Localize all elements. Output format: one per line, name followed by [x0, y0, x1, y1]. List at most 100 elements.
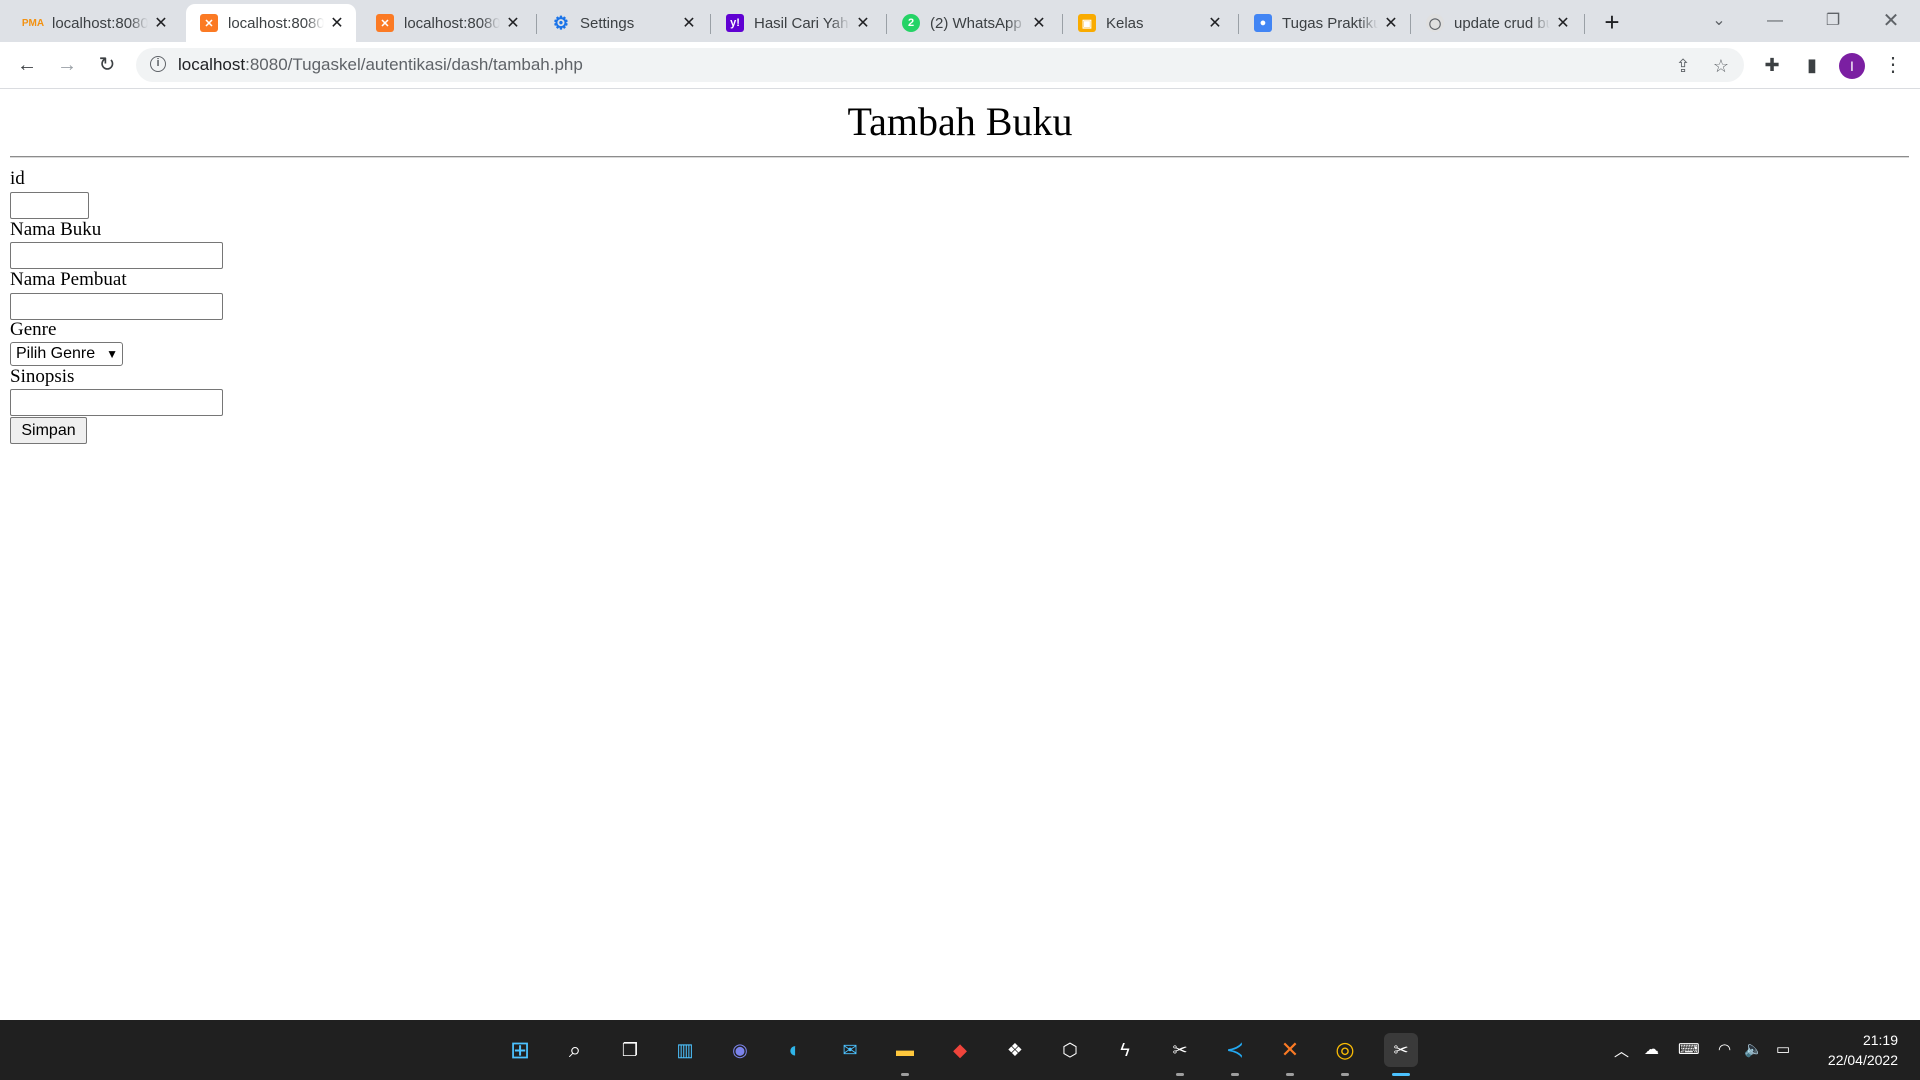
start-icon[interactable]: ⊞ — [503, 1033, 537, 1067]
keyboard-icon[interactable]: ⌨ — [1678, 1040, 1700, 1058]
tab-localhost-active[interactable]: ✕ localhost:8080 ✕ — [186, 4, 356, 42]
tab-title: localhost:8080 — [404, 14, 500, 32]
snipping-tool-icon[interactable]: ✂ — [1384, 1033, 1418, 1076]
anydesk-icon[interactable]: ◆ — [943, 1033, 977, 1067]
tab-separator — [1062, 14, 1063, 34]
close-tab-icon[interactable]: ✕ — [1382, 13, 1400, 33]
tab-title: localhost:8080 — [228, 14, 324, 32]
reload-icon[interactable]: ↻ — [92, 50, 122, 80]
id-label: id — [10, 168, 25, 189]
classroom-person-icon: ● — [1254, 14, 1272, 32]
onedrive-cloud-icon[interactable]: ☁ — [1644, 1040, 1659, 1058]
tab-title: localhost:8080 — [52, 14, 148, 32]
taskbar-clock[interactable]: 21:19 22/04/2022 — [1828, 1030, 1898, 1070]
tab-title: Settings — [580, 14, 635, 32]
tab-tugas-praktikum[interactable]: ● Tugas Praktikum ✕ — [1240, 4, 1410, 42]
tab-title: Tugas Praktikum — [1282, 14, 1378, 32]
page-content: Tambah Buku id Nama Buku Nama Pembuat Ge… — [0, 89, 1920, 1020]
tab-separator — [536, 14, 537, 34]
tab-kelas[interactable]: ▣ Kelas ✕ — [1064, 4, 1234, 42]
tab-title: (2) WhatsApp — [930, 14, 1022, 32]
clock-time: 21:19 — [1862, 1032, 1898, 1048]
heading-divider — [10, 156, 1909, 158]
simpan-button[interactable]: Simpan — [10, 417, 87, 444]
close-tab-icon[interactable]: ✕ — [328, 13, 346, 33]
profile-avatar[interactable]: I — [1839, 53, 1865, 79]
new-tab-plus-icon[interactable]: + — [1597, 8, 1627, 38]
nama-pembuat-input[interactable] — [10, 293, 223, 320]
tab-phpmyadmin[interactable]: PMA localhost:8080 ✕ — [10, 4, 180, 42]
tab-search-chevron-icon[interactable]: ⌄ — [1696, 6, 1742, 36]
browser-tab-strip: PMA localhost:8080 ✕ ✕ localhost:8080 ✕ … — [0, 0, 1920, 42]
extensions-puzzle-icon[interactable]: ✚ — [1757, 50, 1787, 80]
sublime-icon[interactable]: ϟ — [1108, 1033, 1142, 1067]
xampp-icon[interactable]: ✕ — [1273, 1033, 1307, 1076]
wifi-icon[interactable]: ◠ — [1718, 1040, 1731, 1058]
close-tab-icon[interactable]: ✕ — [1030, 13, 1048, 33]
whatsapp-icon: 2 — [902, 14, 920, 32]
close-tab-icon[interactable]: ✕ — [854, 13, 872, 33]
side-panel-icon[interactable]: ▮ — [1797, 50, 1827, 80]
page-title: Tambah Buku — [847, 99, 1073, 144]
github-icon: ◯ — [1426, 14, 1444, 32]
tab-localhost[interactable]: ✕ localhost:8080 ✕ — [362, 4, 532, 42]
more-menu-icon[interactable]: ⋮ — [1878, 50, 1908, 80]
nama-buku-input[interactable] — [10, 242, 223, 269]
close-tab-icon[interactable]: ✕ — [1206, 13, 1224, 33]
show-hidden-icons-chevron-icon[interactable]: ︿ — [1614, 1040, 1629, 1061]
id-input[interactable] — [10, 192, 89, 219]
tab-yahoo[interactable]: y! Hasil Cari Yahoo ✕ — [712, 4, 882, 42]
back-arrow-icon[interactable]: ← — [12, 50, 42, 80]
bookmark-star-icon[interactable]: ☆ — [1710, 55, 1732, 77]
chevron-down-icon: ▼ — [106, 347, 118, 361]
phpmyadmin-icon: PMA — [21, 17, 45, 29]
battery-icon[interactable]: ▭ — [1776, 1040, 1790, 1058]
url-path: :8080/Tugaskel/autentikasi/dash/tambah.p… — [245, 55, 583, 74]
url-text[interactable]: localhost:8080/Tugaskel/autentikasi/dash… — [178, 55, 583, 75]
tab-separator — [1410, 14, 1411, 34]
teams-chat-icon[interactable]: ◉ — [723, 1033, 757, 1067]
close-tab-icon[interactable]: ✕ — [152, 13, 170, 33]
mail-icon[interactable]: ✉ — [833, 1033, 867, 1067]
tab-github[interactable]: ◯ update crud buku ✕ — [1412, 4, 1582, 42]
sinopsis-input[interactable] — [10, 389, 223, 416]
clock-date: 22/04/2022 — [1827, 1052, 1898, 1068]
close-tab-icon[interactable]: ✕ — [1554, 13, 1572, 33]
restore-icon[interactable]: ❐ — [1810, 6, 1856, 36]
tab-whatsapp[interactable]: 2 (2) WhatsApp ✕ — [888, 4, 1058, 42]
volume-icon[interactable]: 🔈 — [1744, 1040, 1763, 1058]
genre-label: Genre — [10, 319, 57, 340]
tab-settings[interactable]: ⚙ Settings ✕ — [538, 4, 708, 42]
file-explorer-icon[interactable]: ▬ — [888, 1033, 922, 1076]
windows-taskbar: ⊞ ⌕ ❐ ▥ ◉ ◐ ✉ ▬ ◆ ❖ ⬡ ϟ ✂ ≺ ✕ ◎ ✂ ︿ ☁ ⌨ … — [0, 1020, 1920, 1080]
virtualbox-icon[interactable]: ⬡ — [1053, 1033, 1087, 1067]
chrome-icon[interactable]: ◎ — [1328, 1033, 1362, 1076]
edge-icon[interactable]: ◐ — [778, 1033, 812, 1067]
share-icon[interactable]: ⇪ — [1672, 55, 1694, 77]
close-tab-icon[interactable]: ✕ — [680, 13, 698, 33]
running-indicator — [1286, 1073, 1294, 1076]
widgets-icon[interactable]: ▥ — [668, 1033, 702, 1067]
gear-icon: ⚙ — [552, 12, 570, 33]
address-bar[interactable]: i localhost:8080/Tugaskel/autentikasi/da… — [136, 48, 1744, 82]
browser-toolbar: ← → ↻ i localhost:8080/Tugaskel/autentik… — [0, 42, 1920, 89]
vscode-icon[interactable]: ≺ — [1218, 1033, 1252, 1076]
dropbox-icon[interactable]: ❖ — [998, 1033, 1032, 1067]
url-host: localhost — [178, 55, 246, 74]
site-info-icon[interactable]: i — [150, 56, 166, 72]
running-indicator — [1176, 1073, 1184, 1076]
running-indicator — [1341, 1073, 1349, 1076]
snipping-app-icon[interactable]: ✂ — [1163, 1033, 1197, 1076]
search-icon[interactable]: ⌕ — [558, 1033, 592, 1067]
task-view-icon[interactable]: ❐ — [613, 1033, 647, 1067]
tab-title: Kelas — [1106, 14, 1144, 32]
yahoo-icon: y! — [726, 14, 744, 32]
close-window-icon[interactable]: ✕ — [1868, 6, 1914, 36]
tab-separator — [886, 14, 887, 34]
minimize-icon[interactable]: — — [1752, 6, 1798, 36]
genre-select[interactable]: Pilih Genre ▼ — [10, 342, 123, 366]
close-tab-icon[interactable]: ✕ — [504, 13, 522, 33]
tab-separator — [1238, 14, 1239, 34]
forward-arrow-icon[interactable]: → — [52, 50, 82, 80]
xampp-icon: ✕ — [200, 14, 218, 32]
